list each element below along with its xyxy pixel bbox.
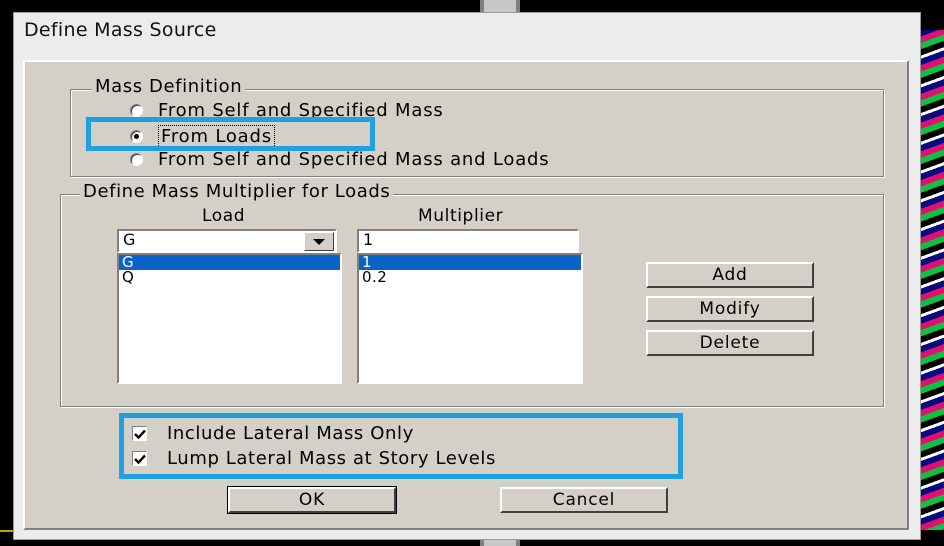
list-item[interactable]: 0.2 [359,270,581,285]
list-item[interactable]: G [119,255,340,270]
multiplier-column-header: Multiplier [418,206,504,226]
multiplier-group-label: Define Mass Multiplier for Loads [80,182,394,202]
load-list[interactable]: G Q [117,253,342,384]
load-combo[interactable]: G [117,229,337,253]
checkbox-highlight [119,413,683,479]
radio-label: From Self and Specified Mass and Loads [158,149,550,170]
multiplier-input-value: 1 [363,230,374,249]
load-combo-value: G [123,230,136,249]
add-button[interactable]: Add [646,262,814,288]
background-model-view [921,30,944,530]
list-item[interactable]: Q [119,270,340,285]
radio-button-icon[interactable] [130,104,143,117]
multiplier-list[interactable]: 1 0.2 [357,253,583,384]
from-loads-highlight [86,117,375,151]
delete-button[interactable]: Delete [646,330,814,356]
mass-definition-label: Mass Definition [92,77,246,97]
load-column-header: Load [202,206,246,226]
list-item[interactable]: 1 [359,255,581,270]
window-title: Define Mass Source [24,19,217,41]
dropdown-arrow-icon[interactable] [304,232,334,251]
cancel-button[interactable]: Cancel [500,487,668,513]
radio-button-icon[interactable] [130,153,143,166]
ok-button[interactable]: OK [227,486,397,514]
modify-button[interactable]: Modify [646,296,814,322]
radio-self-specified-loads[interactable]: From Self and Specified Mass and Loads [130,149,549,170]
multiplier-input[interactable]: 1 [357,229,579,253]
